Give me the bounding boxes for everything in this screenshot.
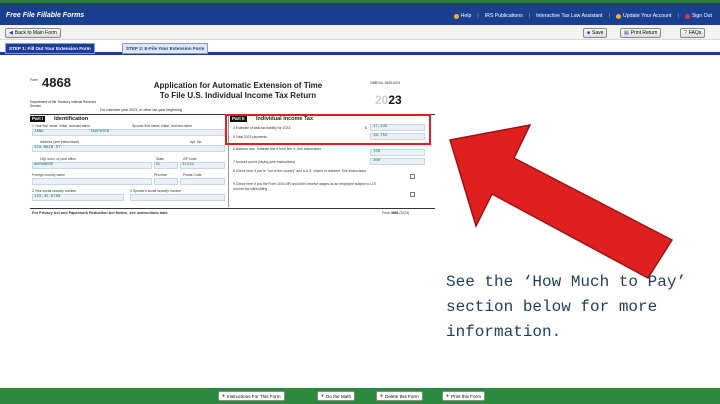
zip-label: ZIP code [183, 157, 197, 161]
question-icon: ? [684, 30, 687, 36]
back-to-main-form-button[interactable]: ◀ Back to Main Form [5, 28, 61, 38]
toolbar: ◀ Back to Main Form ■ Save ▤ Print Return ?… [0, 25, 720, 40]
address-label: Address (see instructions) [40, 140, 80, 144]
omb-number: OMB No. 1545-0074 [370, 81, 401, 85]
name-label: 1 Your first name, initial, and last nam… [32, 124, 91, 128]
faqs-button[interactable]: ? FAQs [680, 28, 706, 38]
zip-value: 12131 [182, 163, 195, 167]
account-icon [615, 13, 621, 19]
line9-checkbox[interactable] [410, 192, 415, 197]
print-icon: ▤ [624, 30, 629, 36]
help-link[interactable]: Help [453, 13, 471, 19]
footer-divider [30, 208, 435, 209]
line6-value: 700 [373, 150, 381, 154]
instructions-button[interactable]: ● Instructions For This Form [218, 391, 285, 401]
state-value: DL [156, 163, 161, 167]
last-name-value: TAXPAYER [90, 130, 110, 134]
line7-label: 7 Amount you're paying (see instructions… [233, 160, 296, 164]
province-field[interactable] [154, 178, 178, 185]
form-title: Application for Automatic Extension of T… [153, 81, 323, 100]
top-header-bar: Free File Fillable Forms Help | IRS Publ… [0, 0, 720, 25]
update-account-link[interactable]: Update Your Account [615, 13, 671, 19]
print-form-icon: ● [446, 393, 450, 399]
delete-icon: ● [380, 393, 384, 399]
line7-value: 300 [373, 159, 381, 163]
tax-law-assistant-link[interactable]: Interactive Tax Law Assistant [536, 13, 603, 19]
form-4868: Form 4868 Department of the Treasury Int… [30, 75, 435, 228]
info-icon: ● [222, 393, 226, 399]
name-field[interactable] [32, 129, 225, 136]
first-name-value: JANE [34, 130, 44, 134]
form-number: 4868 [42, 75, 71, 90]
city-value: ANYWHERE [34, 163, 54, 167]
province-label: Province [154, 173, 168, 177]
top-links: Help | IRS Publications | Interactive Ta… [453, 13, 712, 19]
bottom-bar: ● Instructions For This Form ● Do the Math… [0, 388, 720, 404]
line8-label: 8 Check here if you're "out of the count… [233, 169, 366, 173]
form-subtitle: For calendar year 2023, or other tax yea… [100, 108, 182, 112]
sign-out-icon [684, 13, 690, 19]
do-the-math-button[interactable]: ● Do the Math [317, 391, 356, 401]
part1-label: Part I [30, 116, 46, 122]
ssn-value: 123-45-6789 [34, 195, 61, 199]
department-label: Department of the Treasury Internal Reve… [30, 100, 97, 108]
foreign-country-label: Foreign country name [32, 173, 65, 177]
part1-title: Identification [54, 116, 89, 122]
privacy-notice: For Privacy Act and Paperwork Reduction … [32, 211, 169, 215]
step-tabs: STEP 1: Fill Out Your Extension Form STE… [0, 41, 720, 55]
address-value: 123 MAIN ST [34, 146, 61, 150]
sign-out-link[interactable]: Sign Out [684, 13, 712, 19]
tab-step-1[interactable]: STEP 1: Fill Out Your Extension Form [5, 43, 95, 54]
line9-label: 9 Check here if you file Form 1040-NR an… [233, 182, 377, 191]
form-footer-number: Form 4868 (2023) [382, 211, 410, 215]
postal-code-field[interactable] [180, 178, 225, 185]
ssn-label: 2 Your social security number [32, 189, 77, 193]
calculator-icon: ● [321, 393, 325, 399]
address-field[interactable] [32, 145, 225, 152]
red-arrow-icon [449, 123, 674, 279]
spouse-ssn-field[interactable] [130, 194, 225, 201]
highlight-box [225, 114, 431, 145]
spouse-name-label: Spouse first name, initial, and last nam… [132, 124, 193, 128]
caption-text: See the ‘How Much to Pay’ section below … [446, 273, 687, 341]
line8-checkbox[interactable] [410, 174, 415, 179]
irs-publications-link[interactable]: IRS Publications [485, 13, 523, 19]
city-label: City, town, or post office [40, 157, 76, 161]
app-brand: Free File Fillable Forms [6, 12, 85, 19]
tax-year: 2023 [375, 93, 402, 107]
line6-label: 6 Balance due. Subtract line 5 from line… [233, 147, 322, 151]
help-icon [453, 13, 459, 19]
postal-code-label: Postal Code [183, 173, 202, 177]
form-label: Form [30, 78, 39, 82]
apt-label: Apt. No. [190, 140, 203, 144]
tab-step-2[interactable]: STEP 2: E-File Your Extension Form [122, 43, 209, 54]
print-form-button[interactable]: ● Print this Form [442, 391, 485, 401]
delete-form-button[interactable]: ● Delete this Form [376, 391, 423, 401]
foreign-country-field[interactable] [32, 178, 152, 185]
spouse-ssn-label: 3 Spouse's social security number [130, 189, 182, 193]
back-arrow-icon: ◀ [9, 30, 13, 36]
save-icon: ■ [587, 30, 591, 36]
save-button[interactable]: ■ Save [583, 28, 608, 38]
print-return-button[interactable]: ▤ Print Return [620, 28, 662, 38]
state-label: State [156, 157, 164, 161]
